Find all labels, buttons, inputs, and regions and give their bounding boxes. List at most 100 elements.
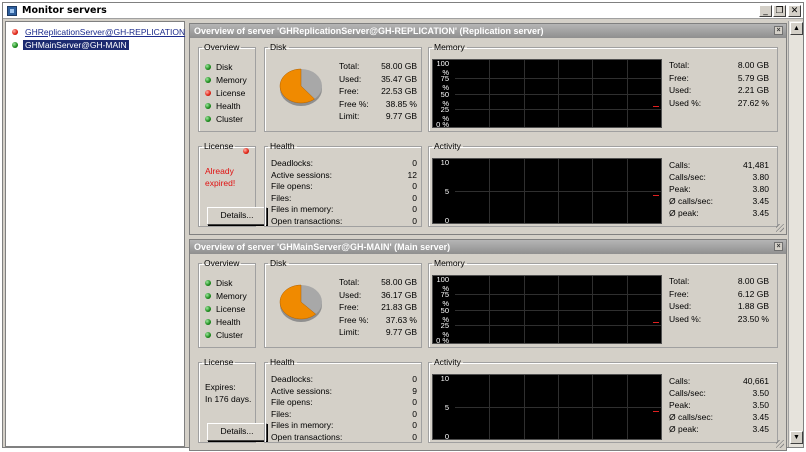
stat-row: File opens: 0 — [271, 397, 417, 408]
graph-trace — [653, 322, 659, 323]
window-title: Monitor servers — [22, 5, 107, 16]
license-legend: License — [202, 141, 235, 151]
stat-value: 8.00 GB — [737, 60, 769, 70]
stat-value: 3.50 — [752, 400, 769, 410]
stat-row: File opens: 0 — [271, 181, 417, 192]
stat-row: Files in memory: 0 — [271, 420, 417, 431]
minimize-button[interactable]: _ — [759, 5, 772, 17]
stat-row: Free %: 38.85 % — [339, 99, 417, 110]
graph-axis-label: 0 % — [436, 120, 449, 129]
tree-item-label: GHReplicationServer@GH-REPLICATION — [25, 27, 186, 37]
stat-value: 1.88 GB — [737, 301, 769, 311]
license-status-led-icon — [243, 148, 249, 154]
server-panel-replication: Overview of server 'GHReplicationServer@… — [189, 23, 787, 235]
stat-row: Used %: 23.50 % — [669, 314, 769, 325]
stat-value: 3.45 — [752, 412, 769, 422]
stat-row: Calls/sec: 3.80 — [669, 172, 769, 183]
graph-gridline-v — [627, 60, 628, 127]
stat-row: Deadlocks: 0 — [271, 158, 417, 169]
overview-group: Overview Disk Memory License Health Cluster — [198, 258, 256, 348]
status-led-icon — [12, 42, 18, 48]
details-button[interactable]: Details... — [207, 207, 267, 225]
panel-close-button[interactable]: × — [774, 26, 783, 35]
stat-value: 0 — [412, 420, 417, 430]
panel-header: Overview of server 'GHMainServer@GH-MAIN… — [190, 240, 786, 254]
graph-gridline-v — [558, 276, 559, 343]
title-bar: Monitor servers _ ❐ ✕ — [3, 3, 803, 19]
graph-axis-label: 10 — [440, 374, 449, 383]
health-group: Health Deadlocks: 0 Active sessions: 9 File … — [264, 357, 422, 443]
stat-row: Used %: 27.62 % — [669, 98, 769, 109]
graph-gridline-v — [558, 60, 559, 127]
stat-value: 9.77 GB — [385, 327, 417, 337]
close-icon: ✕ — [790, 6, 799, 16]
activity-graph: 10 5 0 — [432, 374, 662, 441]
tree-item-main-server[interactable]: GHMainServer@GH-MAIN — [12, 39, 129, 51]
vertical-scrollbar[interactable]: ▲ ▼ — [788, 21, 803, 447]
disk-pie-chart — [279, 68, 322, 106]
stat-value: 58.00 GB — [381, 277, 417, 287]
license-group: License Expires: In 176 days. Details... — [198, 357, 267, 443]
scroll-down-icon: ▼ — [793, 434, 800, 441]
panel-close-button[interactable]: × — [774, 242, 783, 251]
license-legend: License — [202, 357, 235, 367]
memory-legend: Memory — [434, 258, 465, 268]
scroll-down-button[interactable]: ▼ — [790, 431, 803, 444]
close-button[interactable]: ✕ — [788, 5, 801, 17]
disk-pie-chart — [279, 284, 322, 322]
resize-grip[interactable] — [776, 440, 784, 448]
tree-item-replication-server[interactable]: GHReplicationServer@GH-REPLICATION — [12, 26, 187, 38]
stat-value: 22.53 GB — [381, 86, 417, 96]
overview-item-label: Disk — [216, 62, 233, 72]
graph-gridline-v — [627, 159, 628, 223]
server-panel-main: Overview of server 'GHMainServer@GH-MAIN… — [189, 239, 787, 451]
stat-row: Total: 58.00 GB — [339, 61, 417, 72]
graph-axis-label: 0 — [444, 216, 449, 225]
stat-row: Free: 22.53 GB — [339, 86, 417, 97]
stat-value: 9.77 GB — [385, 111, 417, 121]
activity-legend: Activity — [434, 357, 461, 367]
graph-gridline-v — [558, 159, 559, 223]
stat-row: Files: 0 — [271, 193, 417, 204]
graph-gridline-v — [489, 60, 490, 127]
stat-row: Used: 36.17 GB — [339, 290, 417, 301]
status-led-icon — [205, 64, 211, 70]
details-button[interactable]: Details... — [207, 423, 267, 441]
restore-button[interactable]: ❐ — [773, 5, 786, 17]
memory-group: Memory 100 % 75 % 50 % 25 % 0 % Total: 8.00 G… — [428, 42, 778, 132]
license-legend-text: License — [204, 141, 234, 151]
stat-row: Total: 58.00 GB — [339, 277, 417, 288]
panel-header: Overview of server 'GHReplicationServer@… — [190, 24, 786, 38]
graph-gridline-v — [524, 60, 525, 127]
resize-grip[interactable] — [776, 224, 784, 232]
graph-gridline-v — [592, 375, 593, 439]
overview-item: License — [205, 88, 245, 98]
stat-row: Files: 0 — [271, 409, 417, 420]
restore-icon: ❐ — [775, 6, 784, 16]
health-legend: Health — [270, 141, 295, 151]
stat-value: 3.80 — [752, 184, 769, 194]
graph-gridline-v — [524, 375, 525, 439]
status-led-icon — [12, 29, 18, 35]
overview-item-label: Health — [216, 101, 241, 111]
stat-row: Ø calls/sec: 3.45 — [669, 196, 769, 207]
graph-gridline-v — [489, 276, 490, 343]
graph-gridline-v — [524, 159, 525, 223]
stat-value: 38.85 % — [385, 98, 417, 109]
stat-row: Calls: 41,481 — [669, 160, 769, 171]
overview-item-label: Disk — [216, 278, 233, 288]
overview-item: Cluster — [205, 330, 243, 340]
monitor-window: Monitor servers _ ❐ ✕ GHReplicationServe… — [2, 2, 804, 451]
scroll-up-button[interactable]: ▲ — [790, 22, 803, 35]
memory-group: Memory 100 % 75 % 50 % 25 % 0 % Total: 8.00 G… — [428, 258, 778, 348]
stat-row: Total: 8.00 GB — [669, 276, 769, 287]
disk-group: Disk Total: 58.00 GB Used: 36.17 GB Free: 21.… — [264, 258, 422, 348]
license-status: Expires: In 176 days. — [205, 381, 260, 405]
graph-gridline-v — [592, 60, 593, 127]
disk-pie-icon — [277, 62, 325, 110]
license-status: Already expired! — [205, 165, 260, 189]
license-status-line-1: Already — [205, 166, 234, 176]
status-led-icon — [205, 90, 211, 96]
stat-row: Used: 35.47 GB — [339, 74, 417, 85]
disk-pie-icon — [277, 278, 325, 326]
